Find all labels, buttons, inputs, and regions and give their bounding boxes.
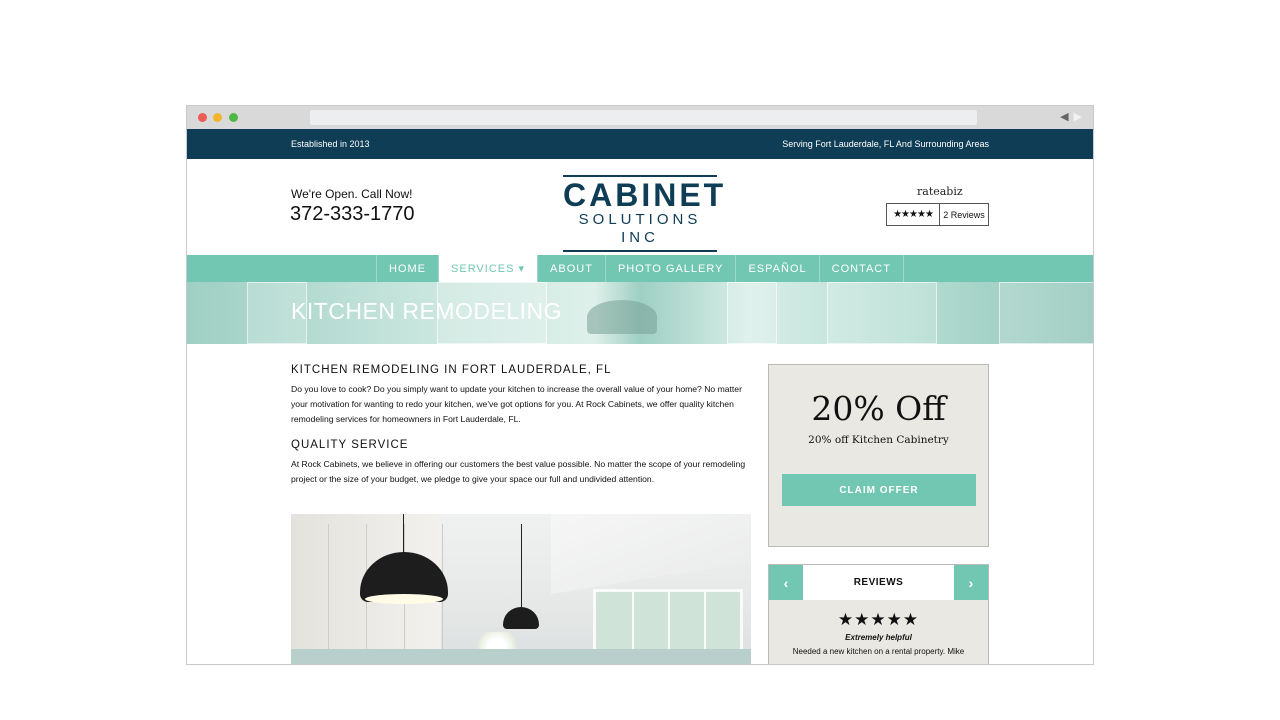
nav-item-photo-gallery[interactable]: PHOTO GALLERY <box>606 255 737 282</box>
forward-arrow-icon[interactable]: ▶ <box>1074 111 1087 123</box>
nav-item-home[interactable]: HOME <box>377 255 440 282</box>
photo-pendant-lamp-small <box>503 607 539 629</box>
logo-line-2: SOLUTIONS INC <box>578 211 702 246</box>
hero-lamp-shape <box>587 300 657 334</box>
photo-cabinet-panel <box>291 524 329 664</box>
review-quote: Extremely helpful <box>845 633 912 642</box>
reviews-header: ‹ REVIEWS › <box>769 565 988 600</box>
logo-line-1: CABINET <box>563 177 727 213</box>
site-header: We're Open. Call Now! 372-333-1770 CABIN… <box>187 159 1093 255</box>
nav-item-contact[interactable]: CONTACT <box>820 255 904 282</box>
section-heading-kitchen-remodeling: KITCHEN REMODELING IN FORT LAUDERDALE, F… <box>291 364 612 376</box>
page-title: KITCHEN REMODELING <box>291 298 562 324</box>
phone-number[interactable]: 372-333-1770 <box>290 203 415 226</box>
photo-lamp-cord <box>403 514 404 554</box>
sidebar: 20% Off 20% off Kitchen Cabinetry CLAIM … <box>768 364 989 664</box>
section-heading-quality-service: QUALITY SERVICE <box>291 439 409 451</box>
offer-subline: 20% off Kitchen Cabinetry <box>808 434 949 446</box>
established-text: Established in 2013 <box>291 139 370 149</box>
nav-item-espanol[interactable]: ESPAÑOL <box>736 255 820 282</box>
main-column: KITCHEN REMODELING IN FORT LAUDERDALE, F… <box>291 364 751 499</box>
browser-chrome: ◀▶ <box>187 106 1093 129</box>
hero-cabinet-shape <box>827 282 937 344</box>
maximize-window-dot[interactable] <box>229 113 238 122</box>
site-logo[interactable]: CABINET SOLUTIONS INC <box>563 175 727 252</box>
hero-cabinet-shape <box>727 282 777 344</box>
hero-cabinet-shape <box>999 282 1093 344</box>
address-bar[interactable] <box>310 110 977 125</box>
minimize-window-dot[interactable] <box>213 113 222 122</box>
photo-lamp-cord <box>521 524 522 608</box>
offer-panel: 20% Off 20% off Kitchen Cabinetry CLAIM … <box>768 364 989 547</box>
back-arrow-icon[interactable]: ◀ <box>1060 111 1073 123</box>
review-text: Needed a new kitchen on a rental propert… <box>792 647 965 656</box>
hero-banner: KITCHEN REMODELING <box>187 282 1093 344</box>
review-stars-icon: ★★★★★ <box>837 610 920 629</box>
photo-lamp-glow <box>365 594 443 604</box>
nav-item-about[interactable]: ABOUT <box>538 255 606 282</box>
chevron-left-icon[interactable]: ‹ <box>769 565 803 600</box>
rateabiz-logo: rateabiz <box>917 185 963 198</box>
photo-ceiling <box>551 514 751 594</box>
reviews-title: REVIEWS <box>803 565 954 600</box>
chevron-right-icon[interactable]: › <box>954 565 988 600</box>
page-content: KITCHEN REMODELING IN FORT LAUDERDALE, F… <box>187 344 1093 664</box>
nav-item-services[interactable]: SERVICES ▾ <box>439 255 539 282</box>
photo-counter <box>291 649 751 664</box>
browser-nav-arrows: ◀▶ <box>1060 110 1087 123</box>
kitchen-photo <box>291 514 751 664</box>
open-call-text: We're Open. Call Now! <box>291 187 413 201</box>
quality-paragraph: At Rock Cabinets, we believe in offering… <box>291 459 746 484</box>
claim-offer-button[interactable]: CLAIM OFFER <box>782 474 976 506</box>
rating-stars-icon: ★★★★★ <box>887 204 940 225</box>
intro-paragraph: Do you love to cook? Do you simply want … <box>291 384 742 424</box>
offer-headline: 20% Off <box>811 389 946 428</box>
rating-badge[interactable]: ★★★★★ 2 Reviews <box>886 203 989 226</box>
close-window-dot[interactable] <box>198 113 207 122</box>
top-info-bar: Established in 2013 Serving Fort Lauderd… <box>187 129 1093 159</box>
reviews-panel: ‹ REVIEWS › ★★★★★ Extremely helpful Need… <box>768 564 989 664</box>
service-area-text: Serving Fort Lauderdale, FL And Surround… <box>782 139 989 149</box>
review-count: 2 Reviews <box>943 209 985 220</box>
browser-window: ◀▶ Established in 2013 Serving Fort Laud… <box>186 105 1094 665</box>
main-nav: HOME SERVICES ▾ ABOUT PHOTO GALLERY ESPA… <box>187 255 1093 282</box>
